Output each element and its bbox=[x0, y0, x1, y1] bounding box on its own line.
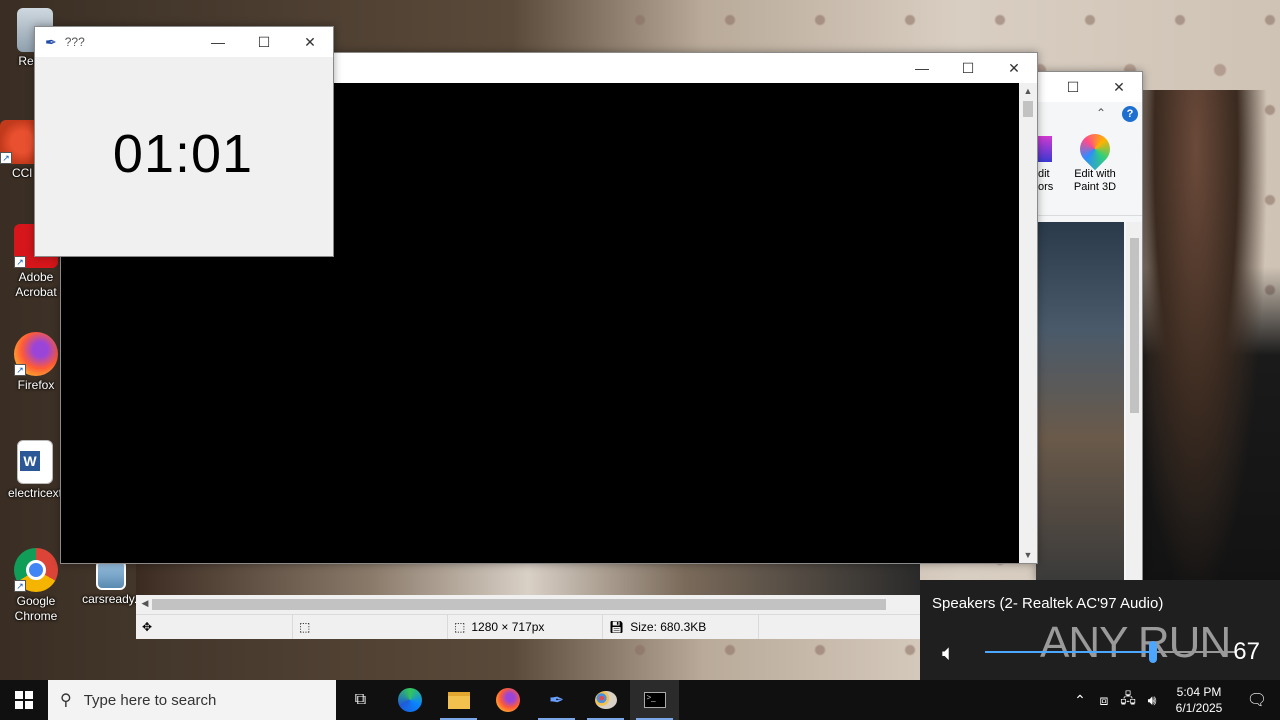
desktop-icon-label: Adobe Acrobat bbox=[15, 270, 57, 299]
viewer-vertical-scrollbar[interactable]: ▲ ▼ bbox=[1019, 83, 1037, 563]
cursor-position-cell: ✥ bbox=[136, 615, 152, 639]
taskbar-search-box[interactable]: ⚲ Type here to search bbox=[48, 680, 336, 720]
image-file-icon bbox=[96, 560, 126, 590]
paint-canvas[interactable] bbox=[1036, 222, 1124, 582]
volume-flyout: Speakers (2- Realtek AC'97 Audio) ANY RU… bbox=[920, 580, 1280, 680]
taskbar-clock[interactable]: 5:04 PM 6/1/2025 bbox=[1164, 684, 1234, 716]
edit-with-paint3d-button[interactable]: Edit with Paint 3D bbox=[1066, 127, 1124, 204]
desktop-icon-label: electricext bbox=[7, 486, 63, 500]
move-cursor-icon: ✥ bbox=[142, 620, 153, 634]
system-tray: ⌃ ⧈ 🖧︎ 🔊︎ 5:04 PM 6/1/2025 🗨︎ bbox=[1068, 680, 1280, 720]
save-disk-icon: 💾︎ bbox=[609, 620, 625, 634]
network-icon[interactable]: 🖧︎ bbox=[1116, 688, 1140, 712]
desktop-icon-label: Google Chrome bbox=[14, 594, 58, 623]
timer-title: ??? bbox=[64, 35, 85, 49]
search-icon: ⚲ bbox=[60, 692, 72, 709]
image-dimensions: 1280 × 717px bbox=[471, 620, 545, 634]
taskbar-terminal[interactable]: >_ bbox=[630, 680, 679, 720]
windows-logo-icon bbox=[15, 691, 33, 709]
paint-canvas-strip bbox=[136, 564, 920, 595]
volume-level: 67 bbox=[1233, 638, 1260, 665]
paint-vertical-scrollbar[interactable] bbox=[1126, 222, 1142, 582]
taskbar-paint[interactable] bbox=[581, 680, 630, 720]
paint-ribbon: dit ors Edit with Paint 3D bbox=[1036, 124, 1142, 216]
viewer-minimize-button[interactable]: — bbox=[899, 53, 945, 83]
desktop-icon-label: CCl bbox=[12, 166, 32, 180]
clock-date: 6/1/2025 bbox=[1175, 701, 1223, 715]
desktop-icon-image-file[interactable]: carsready.j bbox=[78, 560, 144, 607]
firefox-taskbar-icon bbox=[495, 688, 520, 712]
edit-colors-button[interactable]: dit ors bbox=[1036, 134, 1064, 204]
zoom-cell bbox=[758, 615, 765, 639]
horizontal-scroll-thumb[interactable] bbox=[152, 599, 886, 610]
task-view-icon: ⧉ bbox=[354, 691, 367, 708]
viewer-close-button[interactable]: ✕ bbox=[991, 53, 1037, 83]
taskbar: ⚲ Type here to search ⧉ ✒ >_ ⌃ ⧈ 🖧︎ 🔊︎ 5… bbox=[0, 680, 1280, 720]
clock-time: 5:04 PM bbox=[1176, 685, 1222, 699]
search-placeholder: Type here to search bbox=[83, 691, 217, 709]
paint3d-icon bbox=[1073, 127, 1117, 171]
feather-taskbar-icon: ✒ bbox=[548, 689, 565, 710]
chrome-icon: ↗ bbox=[14, 548, 58, 592]
paint-scroll-thumb[interactable] bbox=[1130, 238, 1139, 413]
paint-horizontal-scrollbar[interactable]: ◀ bbox=[136, 595, 920, 614]
timer-close-button[interactable]: ✕ bbox=[287, 27, 333, 57]
terminal-icon: >_ bbox=[643, 692, 666, 708]
taskbar-feather-app[interactable]: ✒ bbox=[532, 680, 581, 720]
audio-device-name[interactable]: Speakers (2- Realtek AC'97 Audio) bbox=[932, 595, 1163, 612]
file-size: Size: 680.3KB bbox=[630, 620, 707, 634]
taskbar-edge[interactable] bbox=[385, 680, 434, 720]
edit-colors-label: dit ors bbox=[1038, 168, 1054, 193]
firefox-icon: ↗ bbox=[14, 332, 58, 376]
paint-window: ☐ ✕ ⌃ ? dit ors Edit with Paint 3D bbox=[1036, 71, 1143, 582]
viewer-scroll-thumb[interactable] bbox=[1023, 101, 1033, 117]
paint3d-label: Edit with Paint 3D bbox=[1073, 168, 1117, 193]
desktop-icon-label: carsready.j bbox=[82, 592, 140, 606]
edge-icon bbox=[397, 688, 422, 712]
desktop-icon-label: Firefox bbox=[17, 378, 55, 392]
paint-palette-icon bbox=[594, 691, 617, 709]
selection-icon: ⬚ bbox=[299, 620, 311, 634]
paint-close-button[interactable]: ✕ bbox=[1096, 72, 1142, 102]
desktop-icon-word-document[interactable]: W electricext bbox=[2, 440, 68, 501]
taskbar-firefox[interactable] bbox=[483, 680, 532, 720]
paint-maximize-button[interactable]: ☐ bbox=[1050, 72, 1096, 102]
volume-slider-fill bbox=[985, 651, 1153, 653]
notification-center-icon[interactable]: 🗨︎ bbox=[1234, 690, 1280, 710]
edit-colors-icon bbox=[1038, 136, 1052, 162]
start-button[interactable] bbox=[0, 680, 48, 720]
image-dimensions-cell: ⬚ 1280 × 717px bbox=[447, 615, 544, 639]
speaker-icon[interactable]: 🔈︎ bbox=[942, 640, 955, 666]
task-view-button[interactable]: ⧉ bbox=[336, 680, 385, 720]
help-icon[interactable]: ? bbox=[1122, 106, 1138, 122]
dimensions-icon: ⬚ bbox=[454, 620, 466, 634]
taskbar-file-explorer[interactable] bbox=[434, 680, 483, 720]
show-hidden-icons-chevron-icon[interactable]: ⌃ bbox=[1068, 692, 1092, 709]
paint-status-bar: ✥ ⬚ ⬚ 1280 × 717px 💾︎ Size: 680.3KB bbox=[136, 614, 920, 639]
word-document-icon: W bbox=[17, 440, 53, 484]
volume-slider-thumb[interactable] bbox=[1148, 641, 1157, 663]
ribbon-collapse-icon[interactable]: ⌃ bbox=[1096, 106, 1106, 120]
volume-slider[interactable] bbox=[985, 641, 1235, 663]
folder-icon bbox=[447, 691, 470, 709]
timer-minimize-button[interactable]: — bbox=[195, 27, 241, 57]
file-size-cell: 💾︎ Size: 680.3KB bbox=[602, 615, 706, 639]
volume-tray-icon[interactable]: 🔊︎ bbox=[1140, 692, 1164, 709]
timer-maximize-button[interactable]: ☐ bbox=[241, 27, 287, 57]
viewer-maximize-button[interactable]: ☐ bbox=[945, 53, 991, 83]
anyrun-watermark: ANY RUN bbox=[1040, 618, 1231, 667]
scroll-down-icon[interactable]: ▼ bbox=[1019, 550, 1037, 560]
timer-titlebar[interactable]: ✒ ??? — ☐ ✕ bbox=[35, 27, 333, 57]
feather-icon: ✒ bbox=[45, 33, 57, 50]
scroll-up-icon[interactable]: ▲ bbox=[1019, 86, 1037, 96]
usb-device-icon[interactable]: ⧈ bbox=[1092, 692, 1116, 709]
countdown-display: 01:01 bbox=[112, 124, 254, 184]
selection-size-cell: ⬚ bbox=[292, 615, 310, 639]
timer-window: ✒ ??? — ☐ ✕ 01:01 bbox=[34, 26, 334, 257]
